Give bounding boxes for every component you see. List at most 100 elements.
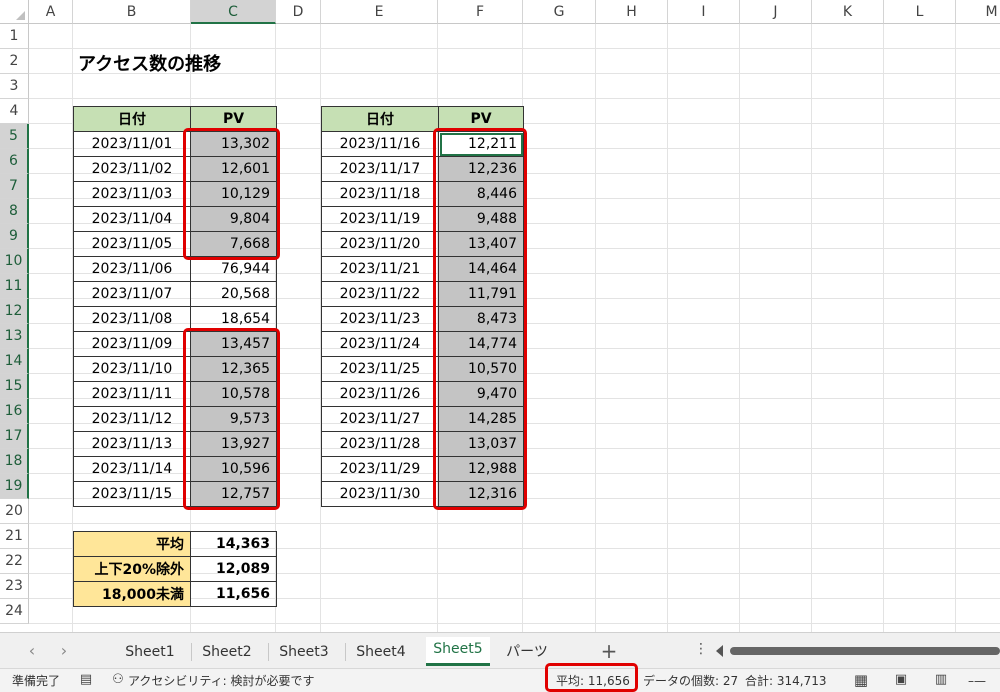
pv-cell[interactable]: 18,654 <box>190 306 277 332</box>
row-header[interactable]: 19 <box>0 474 29 499</box>
column-header[interactable]: C <box>191 0 276 24</box>
pv-cell[interactable]: 13,302 <box>190 131 277 157</box>
pv-cell[interactable]: 14,285 <box>438 406 524 432</box>
row-header[interactable]: 11 <box>0 274 29 299</box>
pv-cell[interactable]: 76,944 <box>190 256 277 282</box>
date-cell[interactable]: 2023/11/08 <box>73 306 191 332</box>
date-cell[interactable]: 2023/11/07 <box>73 281 191 307</box>
pv-cell[interactable]: 13,927 <box>190 431 277 457</box>
pv-cell[interactable]: 13,457 <box>190 331 277 357</box>
pv-cell[interactable]: 9,573 <box>190 406 277 432</box>
row-header[interactable]: 23 <box>0 574 29 599</box>
column-header[interactable]: B <box>73 0 191 24</box>
date-cell[interactable]: 2023/11/18 <box>321 181 439 207</box>
date-cell[interactable]: 2023/11/05 <box>73 231 191 257</box>
row-header[interactable]: 5 <box>0 124 29 149</box>
date-cell[interactable]: 2023/11/28 <box>321 431 439 457</box>
date-cell[interactable]: 2023/11/02 <box>73 156 191 182</box>
date-cell[interactable]: 2023/11/04 <box>73 206 191 232</box>
pv-cell[interactable]: 9,470 <box>438 381 524 407</box>
header-pv[interactable]: PV <box>190 106 277 132</box>
summary-value[interactable]: 11,656 <box>190 581 277 607</box>
status-count[interactable]: データの個数: 27 <box>643 673 738 689</box>
date-cell[interactable]: 2023/11/13 <box>73 431 191 457</box>
column-header[interactable]: A <box>29 0 73 24</box>
date-cell[interactable]: 2023/11/06 <box>73 256 191 282</box>
row-header[interactable]: 17 <box>0 424 29 449</box>
select-all-corner[interactable] <box>0 0 29 24</box>
row-header[interactable]: 13 <box>0 324 29 349</box>
column-header[interactable]: D <box>276 0 321 24</box>
sheet-tab[interactable]: Sheet3 <box>270 639 338 665</box>
pv-cell[interactable]: 8,446 <box>438 181 524 207</box>
pv-cell[interactable]: 14,464 <box>438 256 524 282</box>
pv-cell[interactable]: 20,568 <box>190 281 277 307</box>
column-header[interactable]: L <box>884 0 956 24</box>
page-layout-view-icon[interactable]: ▣ <box>893 672 909 688</box>
zoom-slider[interactable]: –— <box>968 673 986 689</box>
column-header[interactable]: M <box>956 0 1000 24</box>
pv-cell[interactable]: 10,129 <box>190 181 277 207</box>
row-header[interactable]: 1 <box>0 24 29 49</box>
pv-cell[interactable]: 12,988 <box>438 456 524 482</box>
header-date[interactable]: 日付 <box>321 106 439 132</box>
column-header[interactable]: E <box>321 0 438 24</box>
pv-cell[interactable]: 14,774 <box>438 331 524 357</box>
row-header[interactable]: 21 <box>0 524 29 549</box>
date-cell[interactable]: 2023/11/15 <box>73 481 191 507</box>
status-accessibility[interactable]: アクセシビリティ: 検討が必要です <box>128 673 315 689</box>
summary-label[interactable]: 平均 <box>73 531 191 557</box>
summary-value[interactable]: 14,363 <box>190 531 277 557</box>
date-cell[interactable]: 2023/11/24 <box>321 331 439 357</box>
date-cell[interactable]: 2023/11/26 <box>321 381 439 407</box>
summary-label[interactable]: 上下20%除外 <box>73 556 191 582</box>
date-cell[interactable]: 2023/11/12 <box>73 406 191 432</box>
row-header[interactable]: 6 <box>0 149 29 174</box>
row-header[interactable]: 7 <box>0 174 29 199</box>
column-header[interactable]: G <box>523 0 596 24</box>
date-cell[interactable]: 2023/11/16 <box>321 131 439 157</box>
add-sheet-button[interactable]: + <box>598 639 620 663</box>
column-header[interactable]: F <box>438 0 523 24</box>
date-cell[interactable]: 2023/11/23 <box>321 306 439 332</box>
summary-table[interactable]: 平均 14,363 上下20%除外 12,089 18,000未満 11,656 <box>73 531 277 607</box>
pv-cell[interactable]: 12,211 <box>438 131 524 157</box>
row-header[interactable]: 20 <box>0 499 29 524</box>
pv-cell[interactable]: 7,668 <box>190 231 277 257</box>
pv-cell[interactable]: 8,473 <box>438 306 524 332</box>
pv-cell[interactable]: 12,757 <box>190 481 277 507</box>
scroll-left-icon[interactable] <box>716 645 723 657</box>
row-header[interactable]: 24 <box>0 599 29 624</box>
accessibility-icon[interactable]: ⚇ <box>110 672 126 688</box>
date-cell[interactable]: 2023/11/22 <box>321 281 439 307</box>
pv-table-first-half[interactable]: 日付 PV 2023/11/01 13,302 2023/11/02 12,601 20… <box>73 106 277 507</box>
column-header[interactable]: K <box>812 0 884 24</box>
row-header[interactable]: 12 <box>0 299 29 324</box>
row-header[interactable]: 8 <box>0 199 29 224</box>
date-cell[interactable]: 2023/11/09 <box>73 331 191 357</box>
more-options-icon[interactable]: ⋮ <box>694 641 708 657</box>
date-cell[interactable]: 2023/11/01 <box>73 131 191 157</box>
column-header[interactable]: J <box>740 0 812 24</box>
column-header[interactable]: I <box>668 0 740 24</box>
date-cell[interactable]: 2023/11/11 <box>73 381 191 407</box>
date-cell[interactable]: 2023/11/29 <box>321 456 439 482</box>
row-header[interactable]: 2 <box>0 49 29 74</box>
worksheet-grid[interactable]: ABCDEFGHIJKLM 1 2 3 4 5 6 7 8 9 10 11 12 13 14 15 16 17 1… <box>0 0 1000 632</box>
summary-value[interactable]: 12,089 <box>190 556 277 582</box>
date-cell[interactable]: 2023/11/10 <box>73 356 191 382</box>
column-header[interactable]: H <box>596 0 668 24</box>
sheet-tab[interactable]: パーツ <box>500 639 554 665</box>
header-date[interactable]: 日付 <box>73 106 191 132</box>
pv-cell[interactable]: 9,488 <box>438 206 524 232</box>
pv-cell[interactable]: 10,578 <box>190 381 277 407</box>
row-header[interactable]: 18 <box>0 449 29 474</box>
prev-sheet-icon[interactable]: ‹ <box>22 641 42 661</box>
normal-view-icon[interactable]: ▦ <box>853 672 869 688</box>
next-sheet-icon[interactable]: › <box>54 641 74 661</box>
summary-label[interactable]: 18,000未満 <box>73 581 191 607</box>
pv-cell[interactable]: 12,601 <box>190 156 277 182</box>
horizontal-scrollbar[interactable] <box>730 647 1000 655</box>
row-header[interactable]: 10 <box>0 249 29 274</box>
pv-cell[interactable]: 12,316 <box>438 481 524 507</box>
